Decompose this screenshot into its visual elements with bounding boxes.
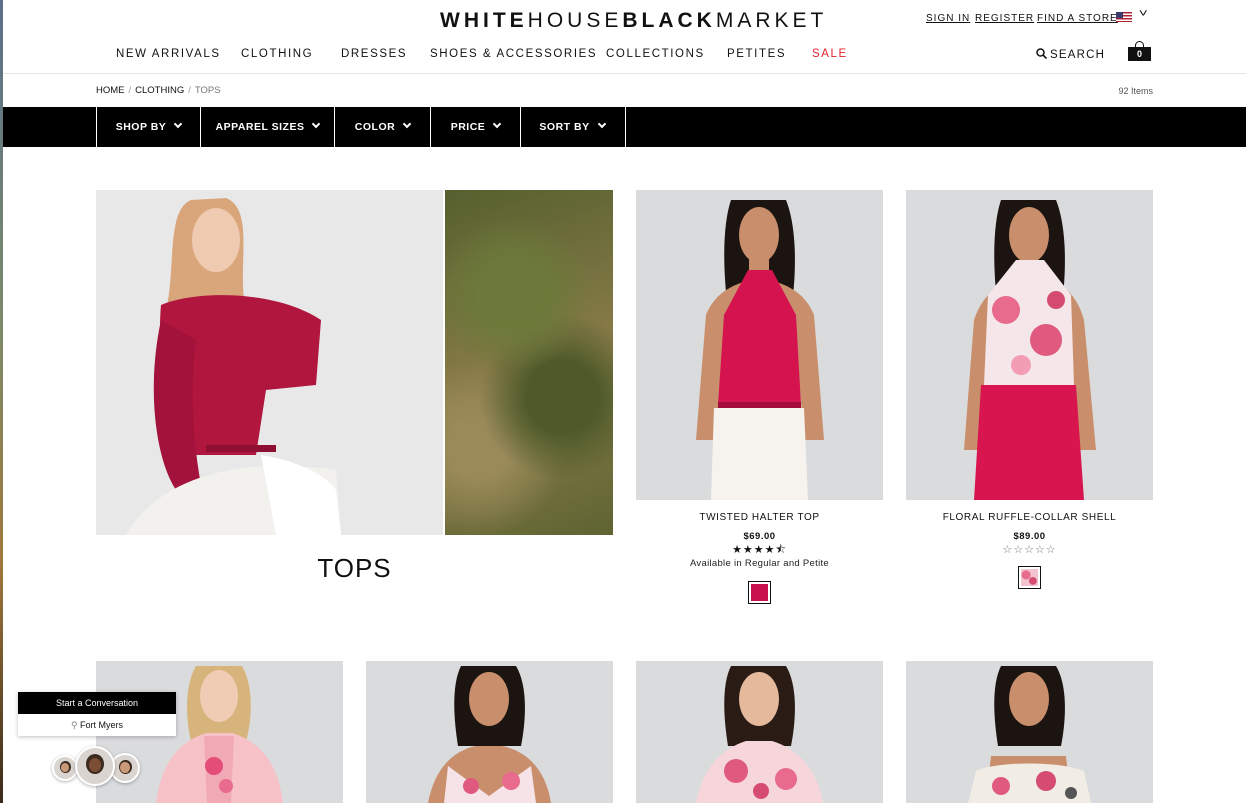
- location-pin-icon: ⚲: [70, 720, 81, 730]
- product-price: $69.00: [743, 531, 776, 542]
- nav-sale[interactable]: SALE: [812, 48, 848, 60]
- bag-count: 0: [1128, 47, 1151, 61]
- filter-color[interactable]: COLOR: [334, 107, 430, 147]
- hero-image: [96, 190, 613, 535]
- product-rating-stars[interactable]: ☆☆☆☆☆: [906, 545, 1153, 556]
- product-figure: [696, 666, 823, 803]
- nav-clothing[interactable]: CLOTHING: [241, 48, 313, 60]
- product-name[interactable]: FLORAL RUFFLE-COLLAR SHELL: [906, 512, 1153, 523]
- register-link[interactable]: REGISTER: [975, 13, 1034, 24]
- breadcrumb: HOME / CLOTHING / TOPS: [96, 85, 221, 96]
- filter-apparel-sizes[interactable]: APPAREL SIZES: [200, 107, 334, 147]
- sign-in-link[interactable]: SIGN IN: [926, 13, 970, 24]
- color-swatch[interactable]: [1018, 566, 1041, 589]
- product-figure: [964, 200, 1096, 500]
- product-image[interactable]: [366, 661, 613, 803]
- filter-label: SORT BY: [539, 121, 590, 133]
- color-swatch[interactable]: [748, 581, 771, 604]
- nav-shoes-accessories[interactable]: SHOES & ACCESSORIES: [430, 48, 597, 60]
- search-icon: [1036, 48, 1048, 60]
- item-count: 92 Items: [1118, 86, 1153, 96]
- us-flag-icon[interactable]: [1116, 12, 1132, 22]
- product-figure: [968, 666, 1091, 803]
- breadcrumb-separator: /: [128, 85, 132, 96]
- filter-label: SHOP BY: [115, 121, 167, 133]
- category-title: TOPS: [317, 553, 392, 583]
- filter-label: COLOR: [354, 121, 396, 133]
- chat-location-label: Fort Myers: [80, 720, 124, 730]
- product-image[interactable]: [906, 190, 1153, 500]
- chevron-down-icon: [597, 119, 606, 129]
- product-figure: [428, 666, 551, 803]
- breadcrumb-home[interactable]: HOME: [96, 85, 125, 96]
- product-rating-stars[interactable]: ★★★★⯪: [636, 545, 883, 556]
- product-image[interactable]: [636, 661, 883, 803]
- chevron-down-icon: [312, 119, 321, 129]
- associate-avatar[interactable]: [52, 755, 78, 781]
- brand-logo[interactable]: WHITEHOUSEBLACKMARKET: [440, 9, 827, 33]
- product-price: $89.00: [1013, 531, 1046, 542]
- chevron-down-icon: [174, 119, 183, 129]
- filter-sort-by[interactable]: SORT BY: [520, 107, 623, 147]
- chevron-down-icon[interactable]: ˅: [1139, 8, 1148, 20]
- swatch-color: [751, 584, 768, 601]
- search-button[interactable]: SEARCH: [1036, 48, 1105, 61]
- nav-collections[interactable]: COLLECTIONS: [606, 48, 705, 60]
- product-image[interactable]: [906, 661, 1153, 803]
- product-name[interactable]: TWISTED HALTER TOP: [636, 512, 883, 523]
- product-figure: [696, 200, 824, 500]
- filter-divider: [625, 107, 626, 147]
- chat-widget: Start a Conversation ⚲ Fort Myers: [18, 692, 176, 736]
- breadcrumb-separator: /: [188, 85, 191, 96]
- nav-dresses[interactable]: DRESSES: [341, 48, 407, 60]
- filter-label: PRICE: [450, 121, 486, 133]
- product-image[interactable]: [636, 190, 883, 500]
- breadcrumb-clothing[interactable]: CLOTHING: [135, 85, 184, 96]
- associate-avatar[interactable]: [75, 746, 115, 786]
- swatch-color: [1021, 569, 1038, 586]
- filter-shop-by[interactable]: SHOP BY: [96, 107, 200, 147]
- filter-label: APPAREL SIZES: [215, 121, 305, 133]
- find-store-link[interactable]: FIND A STORE: [1037, 13, 1118, 24]
- product-availability: Available in Regular and Petite: [689, 558, 830, 569]
- chevron-down-icon: [493, 119, 502, 129]
- shopping-bag-button[interactable]: 0: [1128, 41, 1151, 61]
- search-label: SEARCH: [1050, 49, 1106, 61]
- filter-price[interactable]: PRICE: [430, 107, 520, 147]
- breadcrumb-current: TOPS: [194, 85, 221, 96]
- chat-location: ⚲ Fort Myers: [18, 714, 176, 736]
- header-divider: [3, 73, 1246, 74]
- filter-bar: SHOP BY APPAREL SIZES COLOR PRICE SORT B…: [3, 107, 1246, 147]
- chevron-down-icon: [402, 119, 412, 129]
- nav-petites[interactable]: PETITES: [727, 48, 786, 60]
- start-conversation-button[interactable]: Start a Conversation: [18, 692, 176, 714]
- nav-new-arrivals[interactable]: NEW ARRIVALS: [116, 48, 221, 60]
- model-figure: [126, 198, 341, 535]
